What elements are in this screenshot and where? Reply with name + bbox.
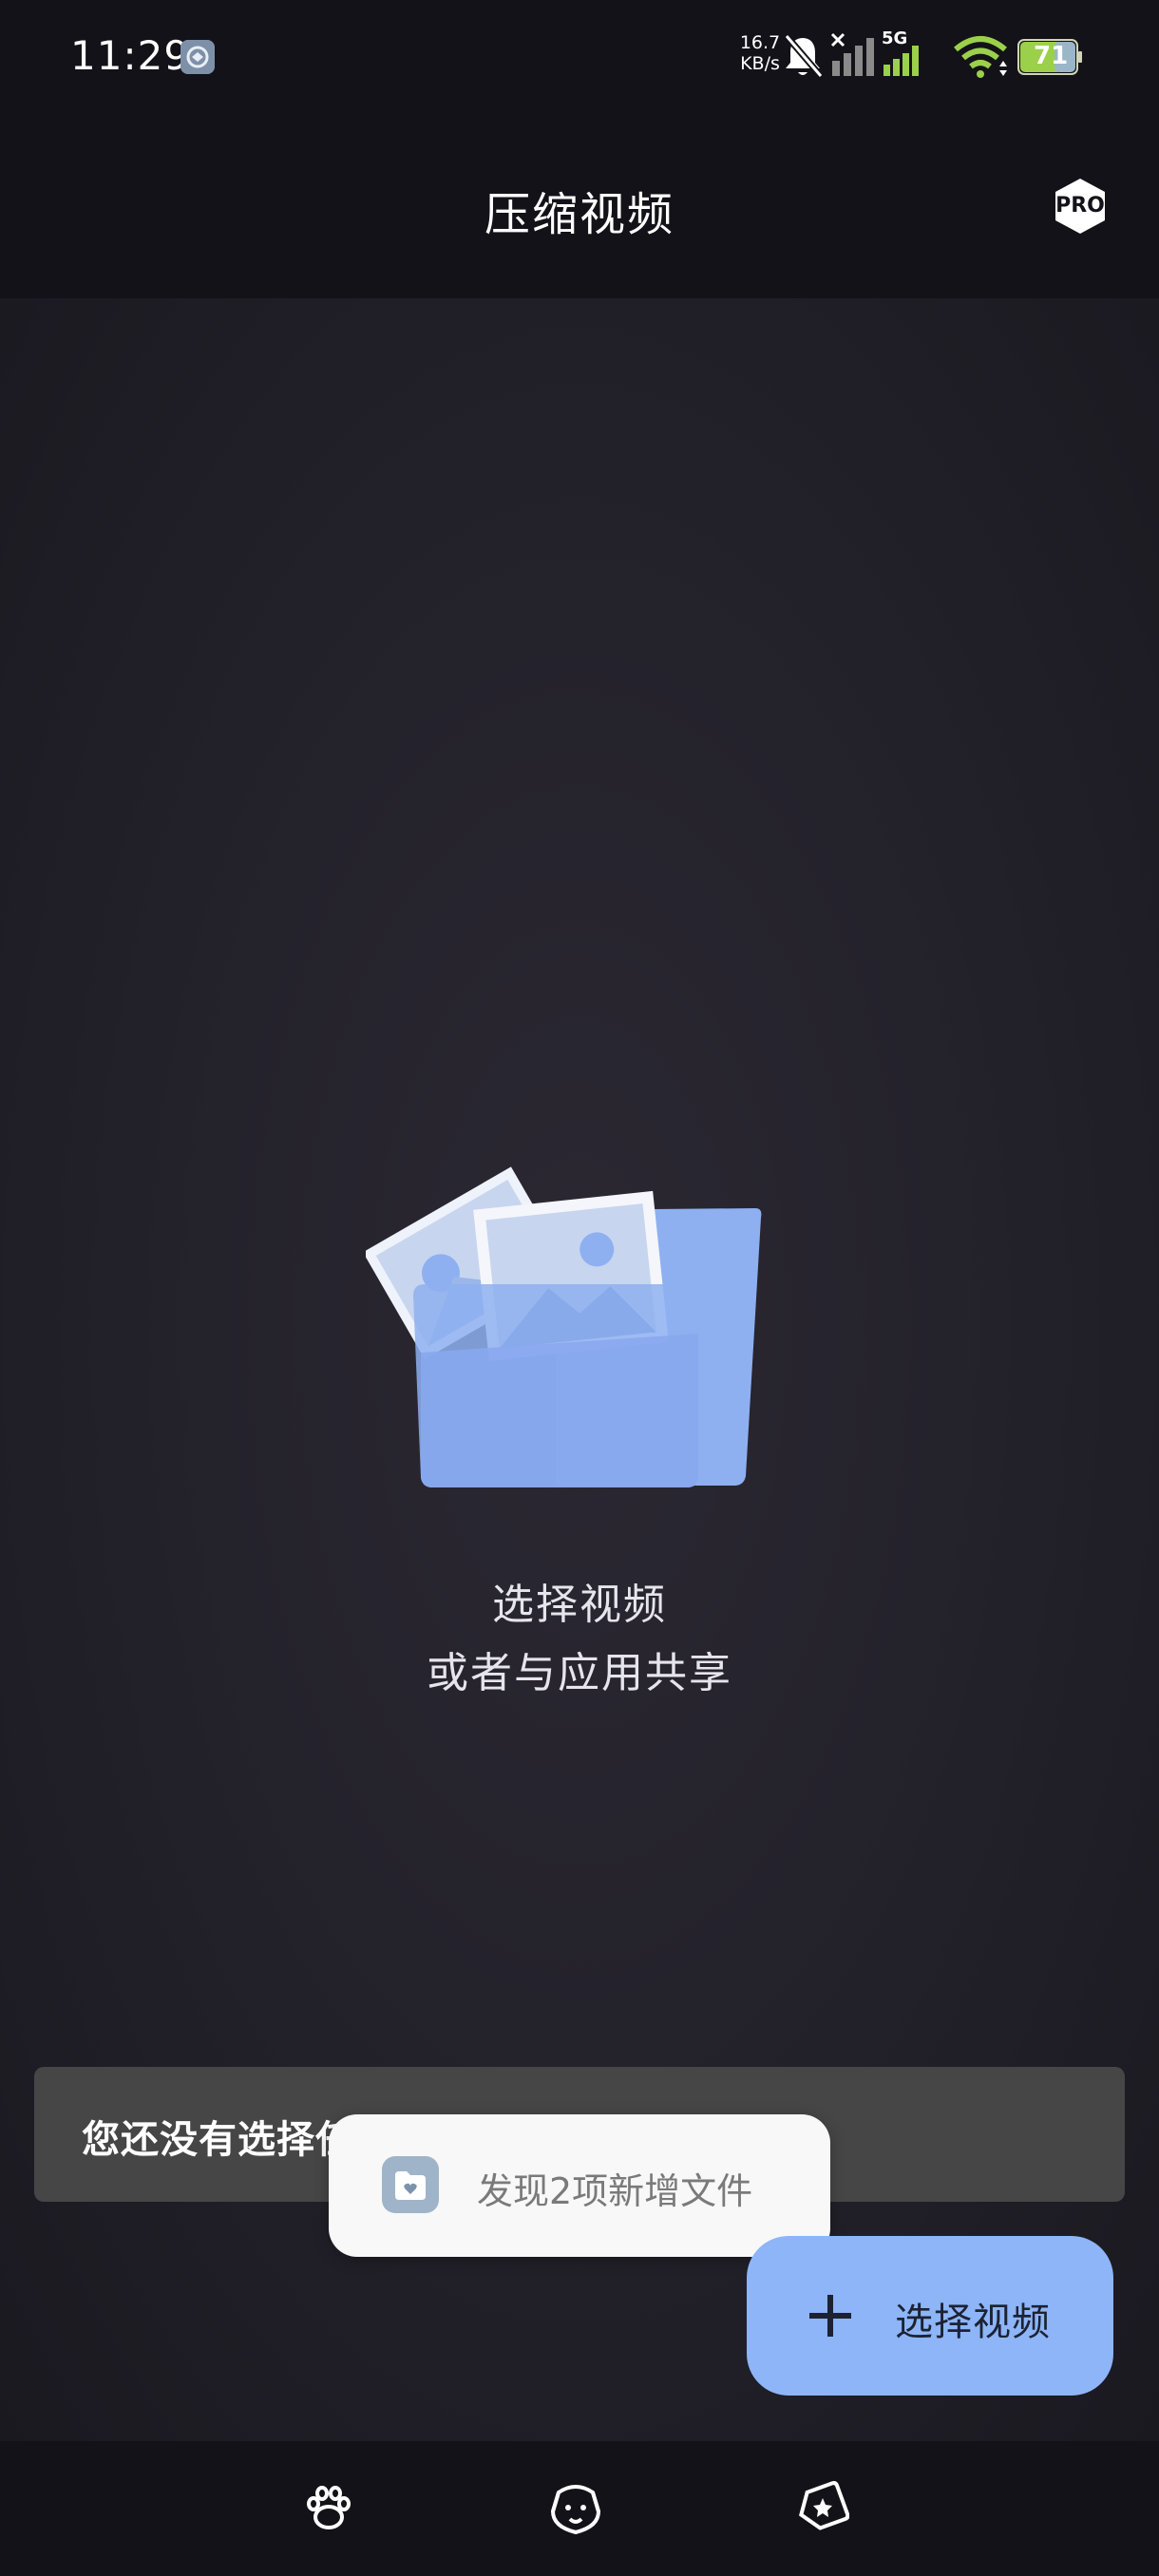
star-tag-icon[interactable] xyxy=(792,2479,850,2536)
network-type-label: 5G xyxy=(882,28,908,48)
toast: 发现2项新增文件 xyxy=(329,2114,830,2257)
network-speed-value: 16.7 xyxy=(739,32,781,53)
network-speed-unit: KB/s xyxy=(740,53,780,74)
battery-icon: 71 xyxy=(1016,38,1083,80)
folder-with-photos-icon xyxy=(363,1163,765,1495)
empty-state-line-1: 选择视频 xyxy=(492,1581,667,1629)
empty-state-hint: 选择视频 或者与应用共享 xyxy=(0,1571,1159,1708)
bottom-nav-bar xyxy=(0,2441,1159,2576)
bell-muted-icon xyxy=(781,32,825,84)
select-video-button[interactable]: 选择视频 xyxy=(747,2236,1113,2396)
network-speed: 16.7 KB/s xyxy=(732,32,788,74)
select-video-label: 选择视频 xyxy=(895,2301,1051,2344)
signal-5g-icon: 5G xyxy=(882,28,925,82)
signal-no-service-icon xyxy=(830,32,880,82)
toast-message: 发现2项新增文件 xyxy=(477,2170,753,2212)
paw-icon[interactable] xyxy=(300,2479,357,2536)
plus-icon xyxy=(800,2285,861,2346)
dog-face-icon[interactable] xyxy=(547,2479,604,2536)
screen: 11:29 16.7 KB/s 5G 71 压缩视频 PRO 选择视频 或者与应… xyxy=(0,0,1159,2576)
pro-badge-button[interactable]: PRO xyxy=(1049,175,1112,237)
page-title: 压缩视频 xyxy=(484,188,674,241)
empty-state-line-2: 或者与应用共享 xyxy=(427,1649,732,1697)
app-bar: 压缩视频 PRO xyxy=(0,114,1159,298)
pro-label: PRO xyxy=(1055,194,1105,218)
status-time: 11:29 xyxy=(70,32,191,79)
wifi-icon xyxy=(952,34,1009,84)
app-notification-icon xyxy=(180,40,215,74)
battery-level: 71 xyxy=(1034,42,1069,70)
folder-heart-icon xyxy=(382,2156,439,2213)
status-bar: 11:29 16.7 KB/s 5G 71 xyxy=(0,0,1159,114)
